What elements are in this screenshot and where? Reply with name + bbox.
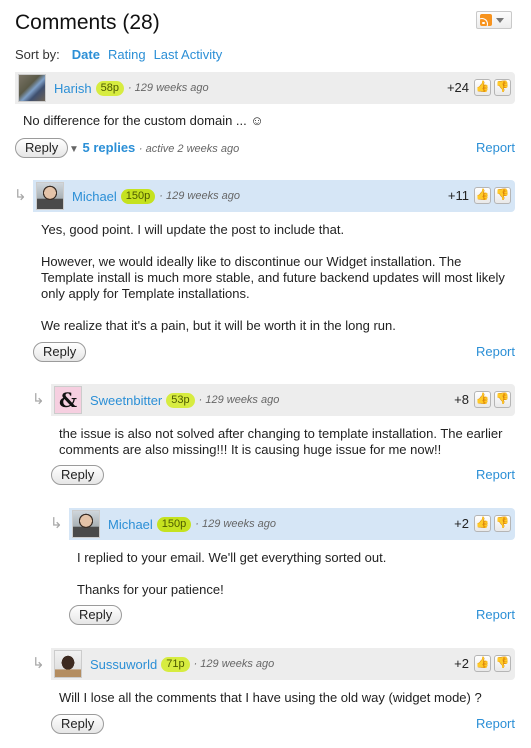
comment-text: We realize that it's a pain, but it will… bbox=[41, 318, 396, 333]
reply-arrow-icon: ↳ bbox=[32, 391, 45, 408]
comment-actions: Reply Report bbox=[69, 605, 515, 627]
comment-text: the issue is also not solved after chang… bbox=[59, 426, 503, 457]
reputation-badge: 58p bbox=[95, 80, 124, 96]
reply-button[interactable]: Reply bbox=[69, 605, 123, 625]
author-name[interactable]: Sussuworld bbox=[90, 657, 157, 672]
reply-button[interactable]: Reply bbox=[15, 138, 69, 158]
comment: Harish 58p · 129 weeks ago +24 👍 👎 No di… bbox=[15, 72, 515, 160]
rss-subscribe-button[interactable] bbox=[476, 11, 512, 29]
collapse-triangle-icon: ▼ bbox=[69, 144, 79, 155]
author-name[interactable]: Sweetnbitter bbox=[90, 393, 162, 408]
comment-actions: Reply Report bbox=[33, 342, 515, 364]
timestamp: · 129 weeks ago bbox=[198, 394, 280, 406]
caret-down-icon bbox=[496, 17, 504, 23]
reputation-badge: 150p bbox=[156, 516, 192, 532]
comment: Michael 150p · 129 weeks ago +2 👍 👎 I re… bbox=[69, 508, 515, 627]
rss-feed-icon bbox=[480, 14, 492, 26]
avatar[interactable]: & bbox=[54, 386, 82, 414]
sort-bar: Sort by: Date Rating Last Activity bbox=[15, 47, 222, 62]
avatar[interactable] bbox=[36, 182, 64, 210]
vote-score: +2 bbox=[454, 516, 469, 531]
vote-score: +2 bbox=[454, 656, 469, 671]
comment-actions: Reply Report bbox=[51, 465, 515, 487]
report-link[interactable]: Report bbox=[476, 140, 515, 155]
replies-activity: · active 2 weeks ago bbox=[138, 143, 240, 155]
reply-button[interactable]: Reply bbox=[51, 714, 105, 734]
comment-body: I replied to your email. We'll get every… bbox=[69, 540, 515, 598]
report-link[interactable]: Report bbox=[476, 344, 515, 359]
reply-button[interactable]: Reply bbox=[33, 342, 87, 362]
thumbs-up-icon[interactable]: 👍 bbox=[474, 391, 491, 408]
reputation-badge: 150p bbox=[120, 188, 156, 204]
reputation-badge: 71p bbox=[161, 656, 190, 672]
thumbs-up-icon[interactable]: 👍 bbox=[474, 515, 491, 532]
comment: Sussuworld 71p · 129 weeks ago +2 👍 👎 Wi… bbox=[51, 648, 515, 736]
replies-count[interactable]: 5 replies bbox=[83, 140, 136, 155]
comment-header: & Sweetnbitter 53p · 129 weeks ago +8 👍 … bbox=[51, 384, 515, 416]
vote-score: +11 bbox=[447, 188, 469, 203]
thumbs-down-icon[interactable]: 👎 bbox=[494, 79, 511, 96]
vote-score: +24 bbox=[446, 80, 469, 95]
author-name[interactable]: Michael bbox=[72, 189, 117, 204]
comments-header: Comments (28) bbox=[15, 9, 515, 39]
report-link[interactable]: Report bbox=[476, 467, 515, 482]
reply-arrow-icon: ↳ bbox=[32, 655, 45, 672]
comment-text: Thanks for your patience! bbox=[77, 582, 224, 597]
comment-actions: Reply Report bbox=[51, 714, 515, 736]
thumbs-up-icon[interactable]: 👍 bbox=[474, 655, 491, 672]
page-title: Comments (28) bbox=[15, 11, 160, 34]
comment-text: Will I lose all the comments that I have… bbox=[59, 690, 482, 705]
reputation-badge: 53p bbox=[166, 392, 195, 408]
comment-body: No difference for the custom domain ... … bbox=[15, 104, 515, 129]
reply-arrow-icon: ↳ bbox=[14, 187, 27, 204]
sort-option-last-activity[interactable]: Last Activity bbox=[154, 47, 223, 62]
comment-header: Sussuworld 71p · 129 weeks ago +2 👍 👎 bbox=[51, 648, 515, 680]
sort-option-rating[interactable]: Rating bbox=[108, 47, 146, 62]
comment-body: Yes, good point. I will update the post … bbox=[33, 212, 515, 334]
comment: Michael 150p · 129 weeks ago +11 👍 👎 Yes… bbox=[33, 180, 515, 364]
comment-header: Harish 58p · 129 weeks ago +24 👍 👎 bbox=[15, 72, 515, 104]
timestamp: · 129 weeks ago bbox=[195, 518, 276, 530]
comment-text: I replied to your email. We'll get every… bbox=[77, 550, 387, 565]
comment-text: Yes, good point. I will update the post … bbox=[41, 222, 345, 237]
comment-body: Will I lose all the comments that I have… bbox=[51, 680, 515, 706]
reply-arrow-icon: ↳ bbox=[50, 515, 63, 532]
thumbs-down-icon[interactable]: 👎 bbox=[494, 187, 511, 204]
comment-actions: Reply ▼ 5 replies · active 2 weeks ago R… bbox=[15, 138, 515, 160]
author-name[interactable]: Harish bbox=[54, 81, 92, 96]
avatar[interactable] bbox=[54, 650, 82, 678]
avatar[interactable] bbox=[72, 510, 100, 538]
timestamp: · 129 weeks ago bbox=[159, 190, 240, 202]
comment-body: the issue is also not solved after chang… bbox=[51, 416, 515, 458]
comment-header: Michael 150p · 129 weeks ago +11 👍 👎 bbox=[33, 180, 515, 212]
thumbs-down-icon[interactable]: 👎 bbox=[494, 655, 511, 672]
comment: & Sweetnbitter 53p · 129 weeks ago +8 👍 … bbox=[51, 384, 515, 487]
thumbs-up-icon[interactable]: 👍 bbox=[474, 187, 491, 204]
thumbs-up-icon[interactable]: 👍 bbox=[474, 79, 491, 96]
report-link[interactable]: Report bbox=[476, 607, 515, 622]
thumbs-down-icon[interactable]: 👎 bbox=[494, 515, 511, 532]
avatar[interactable] bbox=[18, 74, 46, 102]
vote-score: +8 bbox=[454, 392, 469, 407]
replies-toggle[interactable]: ▼ 5 replies · active 2 weeks ago bbox=[69, 140, 239, 155]
sort-option-date[interactable]: Date bbox=[72, 47, 100, 62]
sort-label: Sort by: bbox=[15, 47, 60, 62]
timestamp: · 129 weeks ago bbox=[127, 82, 209, 94]
comment-text: No difference for the custom domain ... … bbox=[23, 113, 264, 128]
report-link[interactable]: Report bbox=[476, 716, 515, 731]
timestamp: · 129 weeks ago bbox=[193, 658, 275, 670]
thumbs-down-icon[interactable]: 👎 bbox=[494, 391, 511, 408]
reply-button[interactable]: Reply bbox=[51, 465, 105, 485]
comment-header: Michael 150p · 129 weeks ago +2 👍 👎 bbox=[69, 508, 515, 540]
comment-text: However, we would ideally like to discon… bbox=[41, 254, 505, 301]
author-name[interactable]: Michael bbox=[108, 517, 153, 532]
